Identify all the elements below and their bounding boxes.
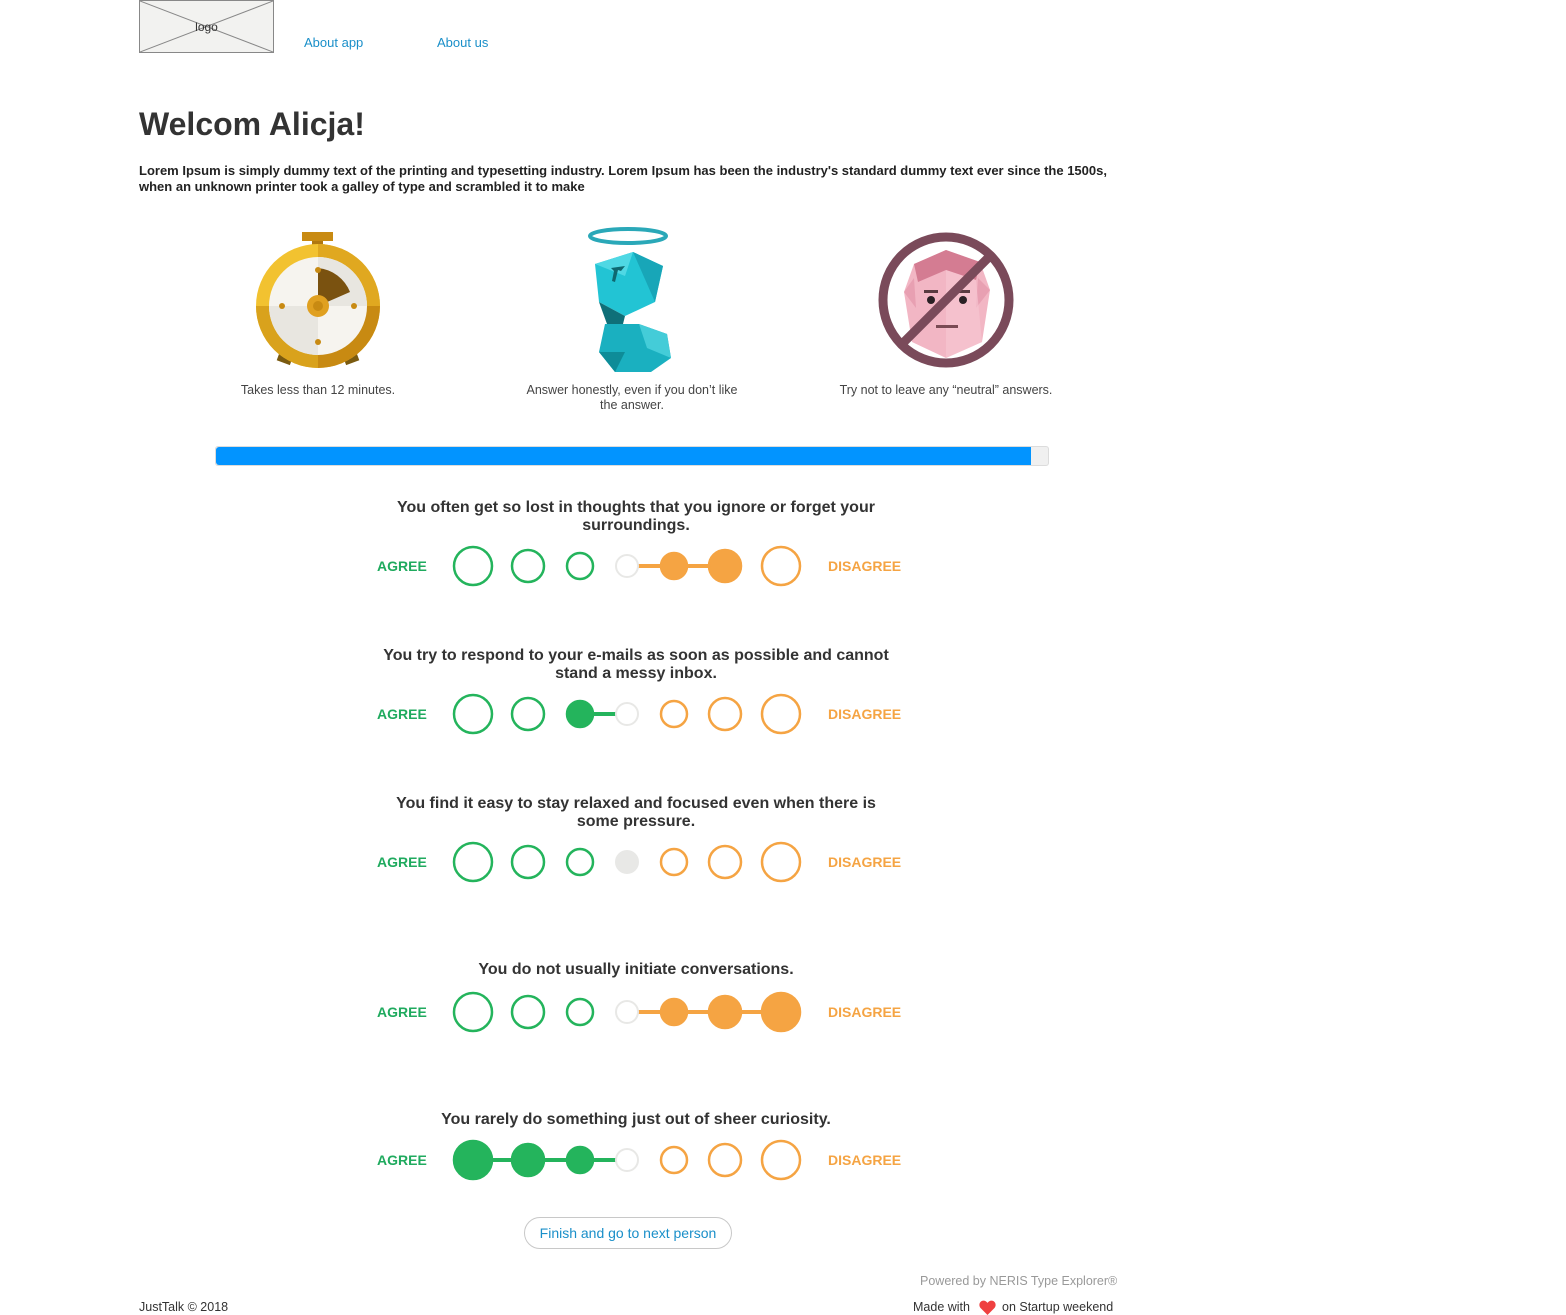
answer-option-7[interactable] (760, 1139, 802, 1181)
feature-caption-time: Takes less than 12 minutes. (240, 383, 396, 397)
feature-caption-honest: Answer honestly, even if you don’t like … (526, 383, 738, 412)
nav-about-us[interactable]: About us (437, 35, 488, 50)
disagree-label: DISAGREE (828, 1004, 902, 1020)
made-with-prefix: Made with (913, 1300, 970, 1314)
answer-option-5[interactable] (659, 997, 689, 1027)
answer-option-6[interactable] (707, 994, 743, 1030)
answer-scale[interactable] (440, 834, 820, 890)
answer-option-7[interactable] (760, 991, 802, 1033)
disagree-label: DISAGREE (828, 854, 902, 870)
answer-scale[interactable] (440, 984, 820, 1040)
answer-option-5[interactable] (659, 551, 689, 581)
answer-option-3[interactable] (565, 699, 595, 729)
answer-scale[interactable] (440, 686, 820, 742)
answer-option-4[interactable] (615, 850, 639, 874)
answer-option-3[interactable] (565, 847, 595, 877)
question-text: You often get so lost in thoughts that y… (397, 499, 875, 534)
stopwatch-icon (256, 232, 380, 368)
disagree-label: DISAGREE (828, 558, 902, 574)
answer-option-4[interactable] (615, 554, 639, 578)
answer-option-2[interactable] (510, 548, 546, 584)
agree-label: AGREE (377, 706, 427, 722)
answer-option-2[interactable] (510, 696, 546, 732)
agree-label: AGREE (377, 1004, 427, 1020)
logo-text: logo (195, 20, 218, 34)
answer-option-2[interactable] (510, 844, 546, 880)
question-text: You try to respond to your e-mails as so… (383, 647, 889, 682)
answer-option-6[interactable] (707, 548, 743, 584)
answer-option-2[interactable] (510, 1142, 546, 1178)
agree-label: AGREE (377, 558, 427, 574)
disagree-label: DISAGREE (828, 1152, 902, 1168)
answer-option-4[interactable] (615, 702, 639, 726)
answer-option-4[interactable] (615, 1148, 639, 1172)
answer-option-6[interactable] (707, 1142, 743, 1178)
answer-option-1[interactable] (452, 1139, 494, 1181)
disagree-label: DISAGREE (828, 706, 902, 722)
question-text: You do not usually initiate conversation… (478, 961, 794, 978)
answer-option-4[interactable] (615, 1000, 639, 1024)
answer-option-5[interactable] (659, 1145, 689, 1175)
question-text: You rarely do something just out of shee… (441, 1111, 831, 1128)
agree-label: AGREE (377, 1152, 427, 1168)
made-with-suffix: on Startup weekend (1002, 1300, 1114, 1314)
question-text: You find it easy to stay relaxed and foc… (396, 795, 876, 830)
finish-button[interactable]: Finish and go to next person (524, 1217, 732, 1249)
answer-option-1[interactable] (452, 841, 494, 883)
answer-option-6[interactable] (707, 696, 743, 732)
answer-option-1[interactable] (452, 693, 494, 735)
answer-option-3[interactable] (565, 551, 595, 581)
nav-about-app[interactable]: About app (304, 35, 363, 50)
no-neutral-face-icon (878, 232, 1014, 368)
logo[interactable]: logo (139, 0, 274, 53)
agree-label: AGREE (377, 854, 427, 870)
answer-option-5[interactable] (659, 699, 689, 729)
heart-icon (979, 1300, 996, 1315)
powered-by: Powered by NERIS Type Explorer® (920, 1274, 1118, 1288)
intro-text: Lorem Ipsum is simply dummy text of the … (139, 163, 1107, 194)
answer-option-3[interactable] (565, 1145, 595, 1175)
answer-option-1[interactable] (452, 991, 494, 1033)
progress-bar (215, 446, 1049, 466)
angel-figure-icon (588, 227, 671, 372)
answer-scale[interactable] (440, 538, 820, 594)
answer-option-6[interactable] (707, 844, 743, 880)
answer-option-7[interactable] (760, 545, 802, 587)
answer-scale[interactable] (440, 1132, 820, 1188)
footer-copyright: JustTalk © 2018 (139, 1300, 229, 1314)
progress-bar-fill (216, 447, 1032, 465)
answer-option-5[interactable] (659, 847, 689, 877)
page-title: Welcom Alicja! (139, 106, 365, 142)
answer-option-3[interactable] (565, 997, 595, 1027)
feature-caption-neutral: Try not to leave any “neutral” answers. (839, 383, 1053, 397)
answer-option-2[interactable] (510, 994, 546, 1030)
answer-option-7[interactable] (760, 693, 802, 735)
answer-option-1[interactable] (452, 545, 494, 587)
answer-option-7[interactable] (760, 841, 802, 883)
